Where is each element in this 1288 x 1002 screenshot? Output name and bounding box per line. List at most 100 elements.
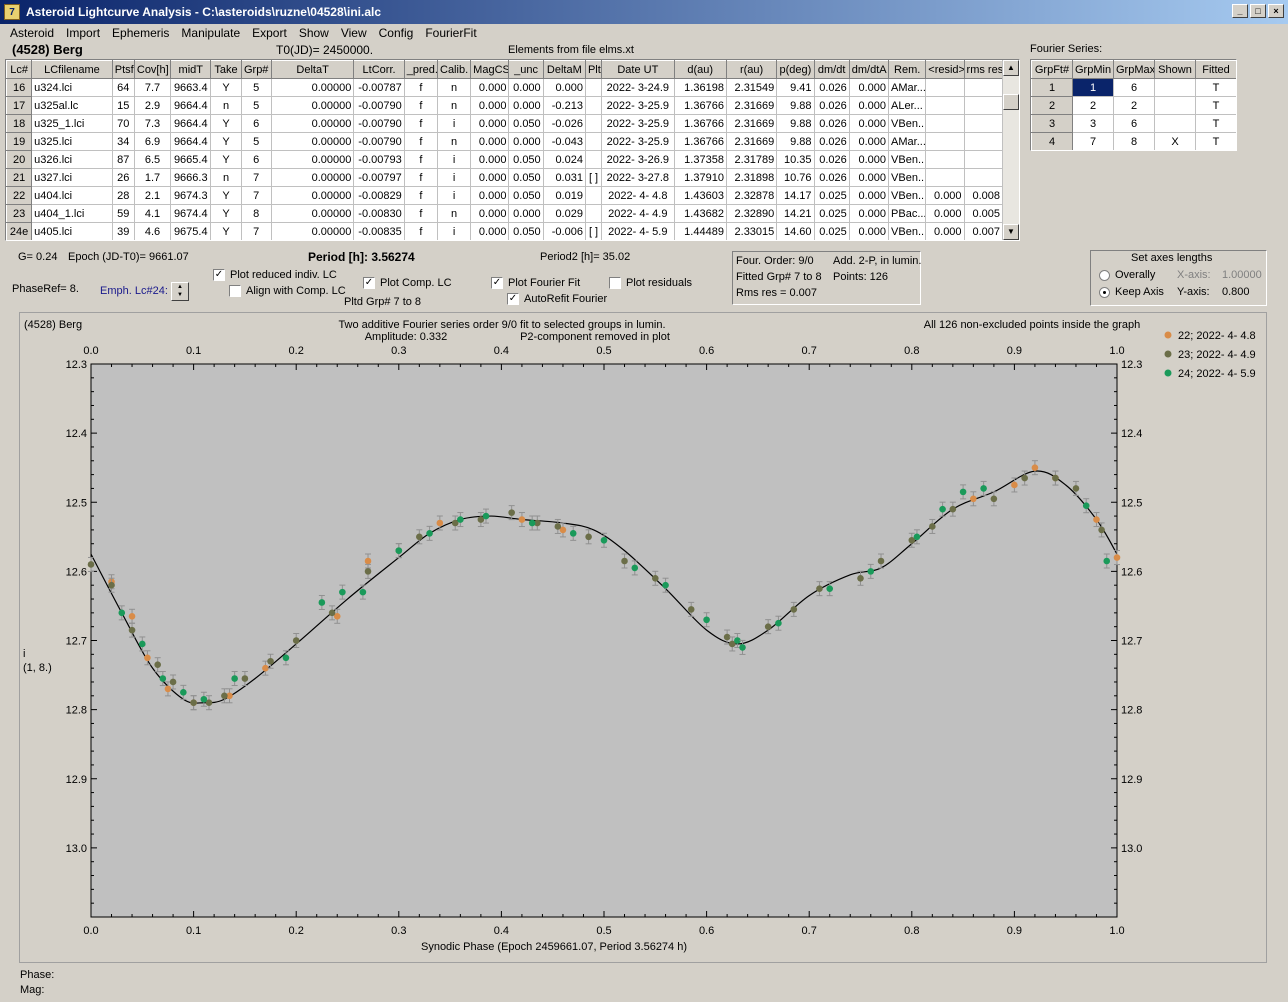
cell-dmdt[interactable]: 0.026 (814, 114, 850, 133)
column-header-magcs[interactable]: MagCS (470, 60, 510, 79)
cell-rms[interactable] (964, 168, 1004, 187)
cell-calib[interactable]: n (437, 78, 472, 97)
data-point[interactable] (426, 530, 433, 537)
cell-calib[interactable]: n (437, 204, 472, 223)
table-row[interactable]: 16 u324.lci 64 7.7 9663.4 Y 5 0.00000 -0.00787 f n… (6, 78, 1004, 97)
menu-view[interactable]: View (335, 26, 373, 40)
minimize-button[interactable]: _ (1232, 4, 1248, 18)
cell-d-au[interactable]: 1.36766 (674, 132, 727, 151)
data-point[interactable] (970, 495, 977, 503)
cell-magcs[interactable]: 0.000 (470, 78, 510, 97)
cell-plot[interactable] (585, 96, 603, 115)
cell-resid[interactable] (925, 168, 965, 187)
cell-take[interactable]: Y (210, 78, 242, 97)
cell-dmdt[interactable]: 0.026 (814, 96, 850, 115)
cell-lc[interactable]: 24e (6, 222, 33, 240)
y-axis-value[interactable]: 0.800 (1222, 286, 1250, 298)
cell-plot[interactable] (585, 78, 603, 97)
cell-dmdt[interactable]: 0.026 (814, 132, 850, 151)
column-header-plot[interactable]: Plt (584, 60, 603, 79)
cell-r-au[interactable]: 2.31669 (726, 132, 778, 151)
cell-filename[interactable]: u326.lci (31, 150, 113, 169)
cell-magcs[interactable]: 0.000 (470, 132, 510, 151)
data-point[interactable] (1093, 516, 1100, 523)
column-header-remark[interactable]: Rem. (888, 60, 927, 79)
cell-magcs[interactable]: 0.000 (470, 204, 510, 223)
cell-dmdt[interactable]: 0.025 (814, 204, 850, 223)
cell-midt[interactable]: 9675.4 (170, 222, 212, 240)
cell-filename[interactable]: u325.lci (31, 132, 113, 151)
cell-take[interactable]: Y (210, 204, 242, 223)
cell-deltam[interactable]: 0.024 (543, 150, 586, 169)
cell-remark[interactable]: AMar... (888, 78, 927, 97)
cell-group[interactable]: 6 (241, 150, 272, 169)
data-point[interactable] (292, 637, 300, 644)
cell-take[interactable]: n (210, 168, 242, 187)
cell-coverage[interactable]: 4.6 (134, 222, 172, 240)
data-point[interactable] (169, 678, 177, 686)
align-comp-checkbox[interactable]: Align with Comp. LC (229, 285, 346, 298)
fourier-cell-grpft[interactable]: 1 (1031, 78, 1073, 97)
cell-group[interactable]: 5 (241, 96, 272, 115)
cell-magcs[interactable]: 0.000 (470, 222, 510, 240)
cell-take[interactable]: n (210, 96, 242, 115)
cell-midt[interactable]: 9674.4 (170, 204, 212, 223)
cell-rms[interactable] (964, 132, 1004, 151)
data-point[interactable] (528, 519, 536, 527)
data-point[interactable] (128, 613, 136, 620)
cell-d-au[interactable]: 1.44489 (674, 222, 727, 240)
cell-coverage[interactable]: 2.1 (134, 186, 172, 205)
cell-phase-angle[interactable]: 10.35 (776, 150, 815, 169)
fourier-header-grpft[interactable]: GrpFt# (1031, 60, 1073, 79)
cell-ltcorr[interactable]: -0.00790 (353, 132, 405, 151)
cell-rms[interactable] (964, 78, 1004, 97)
cell-coverage[interactable]: 6.5 (134, 150, 172, 169)
data-point[interactable] (1021, 474, 1028, 482)
cell-points[interactable]: 59 (112, 204, 135, 223)
column-header-calib[interactable]: Calib. (436, 60, 472, 79)
cell-plot[interactable]: [ ] (585, 222, 603, 240)
cell-d-au[interactable]: 1.43682 (674, 204, 727, 223)
table-row[interactable]: 18 u325_1.lci 70 7.3 9664.4 Y 6 0.00000 -0.00790… (6, 114, 1004, 133)
cell-unc[interactable]: 0.050 (508, 186, 544, 205)
plot-residuals-checkbox[interactable]: Plot residuals (609, 277, 692, 290)
cell-r-au[interactable]: 2.32878 (726, 186, 778, 205)
cell-calib[interactable]: i (437, 186, 472, 205)
cell-pred[interactable]: f (404, 78, 438, 97)
fourier-cell-fitted[interactable]: T (1195, 114, 1236, 133)
cell-take[interactable]: Y (210, 222, 242, 240)
data-point[interactable] (990, 495, 998, 503)
data-point[interactable] (621, 557, 628, 565)
cell-resid[interactable]: 0.000 (925, 186, 965, 205)
table-row[interactable]: 20 u326.lci 87 6.5 9665.4 Y 6 0.00000 -0.00793 f i… (6, 150, 1004, 169)
cell-phase-angle[interactable]: 9.88 (776, 132, 815, 151)
cell-deltam[interactable]: 0.000 (543, 78, 586, 97)
cell-pred[interactable]: f (404, 114, 438, 133)
cell-resid[interactable] (925, 96, 965, 115)
menu-fourierfit[interactable]: FourierFit (419, 26, 482, 40)
cell-remark[interactable]: VBen... (888, 186, 927, 205)
cell-take[interactable]: Y (210, 150, 242, 169)
data-point[interactable] (1103, 557, 1111, 565)
cell-take[interactable]: Y (210, 132, 242, 151)
menu-show[interactable]: Show (293, 26, 335, 40)
cell-coverage[interactable]: 7.3 (134, 114, 172, 133)
data-point[interactable] (764, 623, 772, 630)
table-row[interactable]: 22 u404.lci 28 2.1 9674.3 Y 7 0.00000 -0.00829 f i… (6, 186, 1004, 205)
cell-rms[interactable]: 0.008 (964, 186, 1004, 205)
plot-fourier-checkbox[interactable]: ✓ Plot Fourier Fit (491, 277, 580, 290)
cell-midt[interactable]: 9664.4 (170, 132, 212, 151)
cell-deltam[interactable]: 0.019 (543, 186, 586, 205)
scroll-down-icon[interactable]: ▼ (1003, 224, 1019, 240)
keep-axis-radio[interactable]: Keep Axis (1099, 286, 1164, 298)
fourier-cell-grpmax[interactable]: 6 (1113, 78, 1155, 97)
x-axis-value[interactable]: 1.00000 (1222, 269, 1262, 281)
data-point[interactable] (662, 581, 669, 589)
data-point[interactable] (739, 644, 746, 651)
cell-lc[interactable]: 19 (6, 132, 33, 151)
emphasis-spinner[interactable]: ▲ ▼ (171, 282, 189, 301)
column-header-date[interactable]: Date UT (601, 60, 675, 79)
cell-ltcorr[interactable]: -0.00790 (353, 96, 405, 115)
menu-asteroid[interactable]: Asteroid (4, 26, 60, 40)
cell-points[interactable]: 15 (112, 96, 135, 115)
